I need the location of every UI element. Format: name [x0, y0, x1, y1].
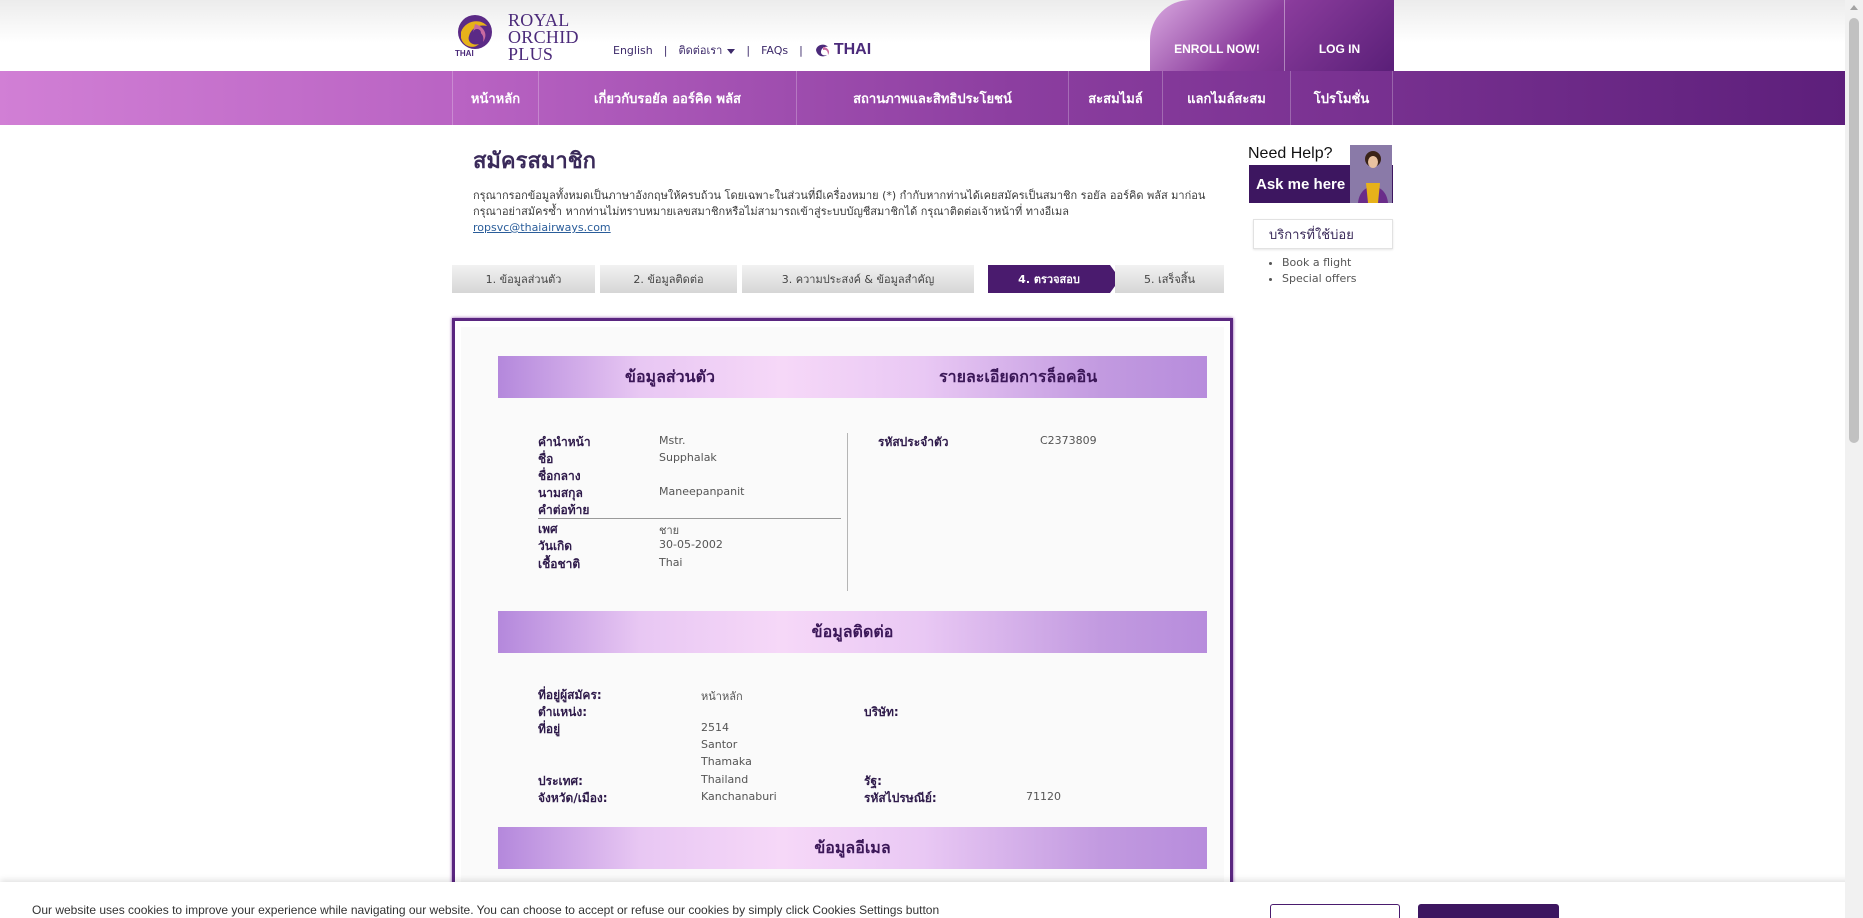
personal-divider: [538, 518, 841, 519]
contact-dropdown[interactable]: ติดต่อเรา: [678, 41, 736, 59]
nav-item-redeem-miles[interactable]: แลกไมล์สะสม: [1162, 71, 1290, 125]
scrollbar-thumb[interactable]: [1849, 18, 1859, 443]
cookie-text: Our website uses cookies to improve your…: [32, 903, 940, 917]
step-3: 3. ความประสงค์ & ข้อมูลสำคัญ: [742, 265, 974, 293]
field-label-company: บริษัท:: [864, 705, 899, 719]
thai-airways-link[interactable]: THAI: [814, 41, 871, 59]
thai-brand-label: THAI: [833, 41, 872, 58]
email-heading: ข้อมูลอีเมล: [814, 837, 891, 857]
field-value-prefix: Mstr.: [659, 434, 686, 447]
contact-section-header: ข้อมูลติดต่อ: [498, 611, 1207, 653]
review-card: ข้อมูลส่วนตัว รายละเอียดการล็อคอิน คำนำห…: [452, 318, 1233, 918]
page-scrollbar[interactable]: [1845, 0, 1863, 918]
nav-item-about[interactable]: เกี่ยวกับรอยัล ออร์คิด พลัส: [538, 71, 796, 125]
service-book-flight[interactable]: Book a flight: [1282, 256, 1393, 269]
field-label-address: ที่อยู่: [538, 722, 561, 736]
chevron-down-icon: [727, 48, 736, 54]
field-value-first-name: Supphalak: [659, 451, 717, 464]
thai-orchid-icon: [815, 44, 829, 57]
field-value-country: Thailand: [701, 773, 749, 786]
faqs-link[interactable]: FAQs: [761, 44, 788, 57]
contact-label: ติดต่อเรา: [678, 44, 723, 57]
enroll-now-button[interactable]: ENROLL NOW!: [1150, 0, 1284, 71]
account-actions: ENROLL NOW! LOG IN: [1150, 0, 1394, 71]
field-value-address-line-2: Santor: [701, 738, 738, 751]
field-label-member-id: รหัสประจำตัว: [878, 435, 949, 449]
logo-line-3: PLUS: [508, 44, 554, 64]
services-list: Book a flight Special offers: [1282, 256, 1393, 285]
email-section-header: ข้อมูลอีเมล: [498, 827, 1207, 869]
field-value-address-line-3: Thamaka: [701, 755, 752, 768]
intro-text-block: กรุณากรอกข้อมูลทั้งหมดเป็นภาษาอังกฤษให้ค…: [473, 188, 1208, 236]
field-value-address-line-1: 2514: [701, 721, 729, 734]
step-5: 5. เสร็จสิ้น: [1115, 265, 1224, 293]
separator: |: [663, 43, 668, 57]
english-link[interactable]: English: [613, 44, 653, 57]
separator: |: [799, 43, 803, 57]
logo-thai-label: THAI: [455, 49, 474, 58]
main-nav-bar: หน้าหลัก เกี่ยวกับรอยัล ออร์คิด พลัส สถา…: [0, 71, 1845, 125]
registration-steps: 1. ข้อมูลส่วนตัว 2. ข้อมูลติดต่อ 3. ความ…: [452, 265, 1224, 293]
support-email-link[interactable]: ropsvc@thaiairways.com: [473, 221, 611, 234]
step-2: 2. ข้อมูลติดต่อ: [600, 265, 737, 293]
scroll-up-icon[interactable]: [1850, 5, 1858, 10]
field-value-birthdate: 30-05-2002: [659, 538, 723, 551]
login-details-heading: รายละเอียดการล็อคอิน: [939, 366, 1098, 386]
nav-item-earn-miles[interactable]: สะสมไมล์: [1068, 71, 1162, 125]
field-value-province: Kanchanaburi: [701, 790, 777, 803]
top-links: English | ติดต่อเรา | FAQs | THAI: [613, 41, 871, 59]
logo-wordmark: ROYAL ORCHID PLUS: [508, 11, 579, 64]
nav-item-tier-benefits[interactable]: สถานภาพและสิทธิประโยชน์: [796, 71, 1068, 125]
field-label-nationality: เชื้อชาติ: [538, 557, 581, 571]
step-1: 1. ข้อมูลส่วนตัว: [452, 265, 595, 293]
step-4-active: 4. ตรวจสอบ: [988, 265, 1110, 293]
royal-orchid-plus-logo[interactable]: THAI ROYAL ORCHID PLUS: [453, 11, 579, 64]
field-label-province: จังหวัด/เมือง:: [538, 791, 608, 805]
field-value-address-type: หน้าหลัก: [701, 690, 743, 703]
nav-item-home[interactable]: หน้าหลัก: [452, 71, 538, 125]
personal-heading: ข้อมูลส่วนตัว: [625, 366, 715, 386]
cookie-accept-button[interactable]: [1418, 904, 1559, 918]
cookie-banner: Our website uses cookies to improve your…: [0, 882, 1863, 918]
field-value-nationality: Thai: [659, 556, 683, 569]
field-label-postal-code: รหัสไปรษณีย์:: [864, 791, 937, 805]
review-card-inner: ข้อมูลส่วนตัว รายละเอียดการล็อคอิน คำนำห…: [461, 327, 1224, 918]
field-value-member-id: C2373809: [1040, 434, 1097, 447]
top-header: THAI ROYAL ORCHID PLUS English | ติดต่อเ…: [0, 0, 1845, 71]
main-nav: หน้าหลัก เกี่ยวกับรอยัล ออร์คิด พลัส สถา…: [452, 71, 1393, 125]
personal-section-header: ข้อมูลส่วนตัว รายละเอียดการล็อคอิน: [498, 356, 1207, 398]
field-value-last-name: Maneepanpanit: [659, 485, 745, 498]
assistant-avatar-icon: [1350, 145, 1392, 203]
intro-text: กรุณากรอกข้อมูลทั้งหมดเป็นภาษาอังกฤษให้ค…: [473, 189, 1206, 218]
frequent-services: บริการที่ใช้บ่อย Book a flight Special o…: [1253, 219, 1393, 288]
nav-item-promotions[interactable]: โปรโมชั่น: [1290, 71, 1393, 125]
field-value-gender: ชาย: [659, 524, 680, 537]
field-value-postal-code: 71120: [1026, 790, 1061, 803]
field-label-birthdate: วันเกิด: [538, 539, 573, 553]
personal-vertical-divider: [847, 433, 848, 591]
contact-heading: ข้อมูลติดต่อ: [811, 621, 894, 641]
services-title: บริการที่ใช้บ่อย: [1253, 219, 1393, 249]
service-special-offers[interactable]: Special offers: [1282, 272, 1393, 285]
separator: |: [746, 43, 751, 57]
page-title: สมัครสมาชิก: [473, 149, 596, 174]
cookie-settings-button[interactable]: [1270, 904, 1400, 918]
log-in-button[interactable]: LOG IN: [1284, 0, 1394, 71]
need-help-widget[interactable]: Need Help? Ask me here: [1248, 145, 1393, 205]
